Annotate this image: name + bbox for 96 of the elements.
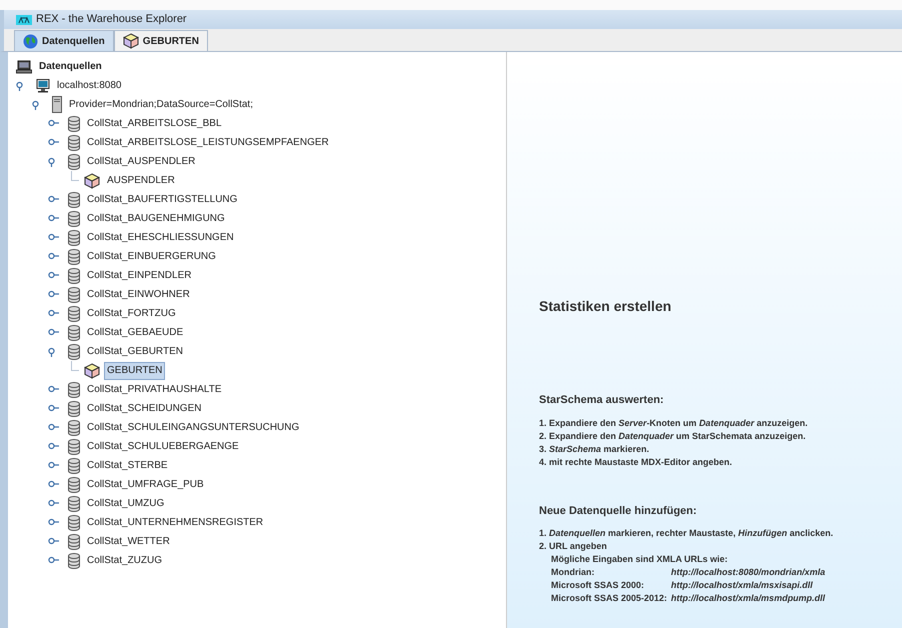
monitor-icon [36,78,50,92]
tree-item[interactable]: CollStat_WETTER [84,532,173,550]
expand-handle-icon[interactable] [48,308,60,318]
tree-item[interactable]: CollStat_GEBAEUDE [84,324,186,342]
instruction-step: 3. StarSchema markieren. [539,442,902,456]
expand-handle-icon[interactable] [48,328,60,338]
instruction-step: 2. URL angeben [539,540,902,553]
database-icon [68,134,80,150]
database-icon [68,458,80,474]
database-icon [68,496,80,512]
tree-item[interactable]: CollStat_EINBUERGERUNG [84,248,219,266]
database-icon [68,344,80,360]
database-icon [68,192,80,208]
tree-item[interactable]: CollStat_EINPENDLER [84,266,194,284]
expand-handle-icon[interactable] [48,290,60,300]
tree-item[interactable]: CollStat_BAUGENEHMIGUNG [84,210,228,228]
tree-item[interactable]: CollStat_GEBURTEN [84,342,186,360]
database-icon [68,154,80,170]
tree-item[interactable]: CollStat_SCHULEINGANGSUNTERSUCHUNG [84,418,302,436]
expand-handle-icon[interactable] [48,442,60,452]
expand-handle-icon[interactable] [48,498,60,508]
database-icon [68,400,80,416]
tree-item[interactable]: CollStat_UMZUG [84,494,168,512]
expand-handle-icon[interactable] [48,118,60,128]
expand-handle-icon[interactable] [48,252,60,262]
section-heading: StarSchema auswerten: [539,393,665,408]
server-type-label: Microsoft SSAS 2005-2012: [551,592,668,605]
tree-item[interactable]: CollStat_EHESCHLIESSUNGEN [84,228,237,246]
section-heading: Neue Datenquelle hinzufügen: [539,504,698,518]
expand-handle-icon[interactable] [48,214,60,224]
expand-handle-icon[interactable] [48,556,60,566]
tree-item[interactable]: CollStat_AUSPENDLER [84,152,198,170]
tree-item[interactable]: GEBURTEN [104,362,166,380]
tree-item[interactable]: localhost:8080 [54,76,124,94]
database-icon [68,552,80,568]
globe-icon [23,34,38,48]
tree-item[interactable]: CollStat_FORTZUG [84,304,179,322]
tree-item[interactable]: CollStat_EINWOHNER [84,286,193,304]
hint-text: Mögliche Eingaben sind XMLA URLs wie: [550,553,729,566]
expand-handle-icon[interactable] [48,270,60,280]
xmla-url: http://localhost:8080/mondrian/xmla [671,566,826,579]
tree-item[interactable]: CollStat_UNTERNEHMENSREGISTER [84,514,266,532]
database-icon [68,420,80,436]
cube-icon [84,362,100,378]
window-title: REX - the Warehouse Explorer [36,12,187,28]
database-icon [68,476,80,492]
database-icon [68,116,80,132]
database-icon [68,324,80,340]
expand-handle-icon[interactable] [48,194,60,204]
database-icon [68,306,80,322]
tab[interactable]: GEBURTEN [114,30,208,51]
tree-item[interactable]: CollStat_SCHULUEBERGAENGE [84,438,242,456]
tree-item[interactable]: CollStat_STERBE [84,456,171,474]
expand-handle-icon[interactable] [48,460,60,470]
database-icon [68,268,80,284]
tree-item[interactable]: CollStat_BAUFERTIGSTELLUNG [84,190,240,208]
tree-item[interactable]: CollStat_UMFRAGE_PUB [84,476,207,494]
instruction-step: 2. Expandiere den Datenquader um StarSchemata anzuzeigen. [539,430,902,442]
tree-item[interactable]: Provider=Mondrian;DataSource=CollStat; [66,96,256,114]
tree-item[interactable]: AUSPENDLER [104,172,178,190]
tree-item[interactable]: CollStat_ZUZUG [84,552,166,570]
help-title: Statistiken erstellen [539,297,672,316]
network-icon [16,14,32,24]
tree-item[interactable]: CollStat_PRIVATHAUSHALTE [84,380,224,398]
expand-handle-icon[interactable] [48,422,60,432]
expand-handle-icon[interactable] [48,536,60,546]
tree-item[interactable]: CollStat_SCHEIDUNGEN [84,400,204,418]
expand-handle-icon[interactable] [48,232,60,242]
expand-handle-icon[interactable] [48,138,60,148]
database-icon [68,438,80,454]
database-icon [68,382,80,398]
server-type-label: Mondrian: [551,566,596,579]
tower-icon [52,96,62,113]
xmla-url: http://localhost/xmla/msxisapi.dll [671,579,814,592]
tab[interactable]: Datenquellen [14,30,114,51]
expand-handle-icon[interactable] [48,404,60,414]
tree-item[interactable]: Datenquellen [36,58,105,76]
expand-handle-icon[interactable] [48,384,60,394]
laptop-icon [16,60,32,74]
database-icon [68,286,80,302]
expand-handle-icon[interactable] [48,480,60,490]
xmla-url: http://localhost/xmla/msmdpump.dll [671,592,826,605]
server-type-label: Microsoft SSAS 2000: [551,579,646,592]
tree-item[interactable]: CollStat_ARBEITSLOSE_LEISTUNGSEMPFAENGER [84,134,332,152]
database-icon [68,230,80,246]
database-icon [68,534,80,550]
database-icon [68,210,80,226]
expand-handle-icon[interactable] [48,518,60,528]
cube-icon [122,33,139,49]
cube-icon [84,172,100,188]
instruction-step: 1. Datenquellen markieren, rechter Maustaste, Hinzufügen anclicken. [539,527,902,540]
database-icon [68,248,80,264]
database-icon [68,514,80,530]
instruction-step: 1. Expandiere den Server-Knoten um Datenquader anzuzeigen. [539,416,902,430]
instruction-step: 4. mit rechte Maustaste MDX-Editor angeben. [539,456,902,468]
tree-item[interactable]: CollStat_ARBEITSLOSE_BBL [84,114,225,132]
